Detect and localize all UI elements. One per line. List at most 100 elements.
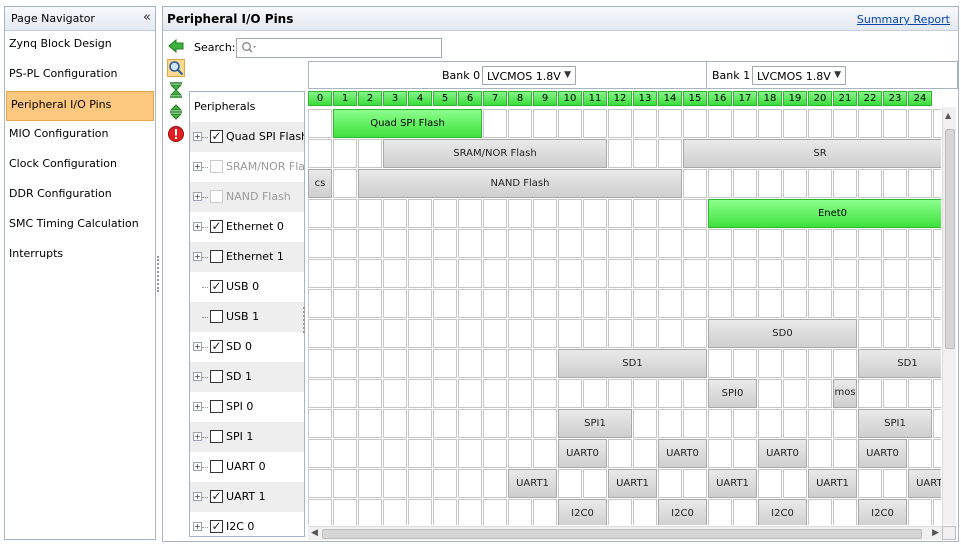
pin-cell[interactable] [608,259,632,288]
pin-cell[interactable] [433,349,457,378]
peripheral-pin-block[interactable]: SPI0 [708,379,757,408]
pin-cell[interactable] [883,229,907,258]
pin-cell[interactable] [308,409,332,438]
pin-cell[interactable] [733,499,757,525]
pin-cell[interactable] [633,319,657,348]
pin-cell[interactable] [533,409,557,438]
scroll-corner-button[interactable] [942,526,956,540]
expand-icon[interactable]: + [193,492,202,501]
pin-cell[interactable] [658,319,682,348]
pin-cell[interactable] [883,289,907,318]
pin-cell[interactable] [783,229,807,258]
pin-cell[interactable] [633,289,657,318]
expand-icon[interactable]: + [193,372,202,381]
pin-cell[interactable] [533,349,557,378]
expand-icon[interactable]: + [193,132,202,141]
pin-cell[interactable] [383,439,407,468]
peripheral-checkbox[interactable]: ✓ [210,520,223,533]
pin-cell[interactable] [583,109,607,138]
pin-cell[interactable] [883,319,907,348]
pin-cell[interactable] [658,289,682,318]
pin-cell[interactable] [458,259,482,288]
pin-cell[interactable] [833,349,857,378]
peripheral-checkbox[interactable]: ✓ [210,280,223,293]
pin-cell[interactable] [358,259,382,288]
pin-cell[interactable] [933,319,941,348]
scroll-up-icon[interactable]: ▲ [945,111,951,120]
pin-cell[interactable] [383,229,407,258]
pin-cell[interactable] [433,439,457,468]
pin-cell[interactable] [458,409,482,438]
pin-cell[interactable] [858,289,882,318]
pin-cell[interactable] [808,409,832,438]
pin-cell[interactable] [458,379,482,408]
expand-icon[interactable]: + [193,342,202,351]
pin-cell[interactable] [533,199,557,228]
pin-cell[interactable] [358,319,382,348]
pin-cell[interactable] [333,409,357,438]
pin-cell[interactable] [383,199,407,228]
pin-cell[interactable] [908,499,932,525]
peripheral-checkbox[interactable] [210,460,223,473]
pin-cell[interactable] [783,109,807,138]
pin-cell[interactable] [483,349,507,378]
pin-cell[interactable] [508,199,532,228]
pin-cell[interactable] [758,109,782,138]
pin-cell[interactable] [683,169,707,198]
pin-cell[interactable] [308,499,332,525]
pin-cell[interactable] [358,229,382,258]
pin-cell[interactable] [833,439,857,468]
expand-icon[interactable]: + [193,222,202,231]
pin-cell[interactable] [933,499,941,525]
pin-cell[interactable] [783,409,807,438]
pin-cell[interactable] [808,169,832,198]
peripheral-row[interactable]: + SPI 0 [190,392,304,422]
pin-cell[interactable] [333,499,357,525]
peripheral-row[interactable]: ✓ USB 0 [190,272,304,302]
pin-cell[interactable] [408,319,432,348]
pin-cell[interactable] [333,139,357,168]
pin-cell[interactable] [933,289,941,318]
peripheral-pin-block[interactable]: UART0 [758,439,807,468]
pin-cell[interactable] [408,259,432,288]
pin-cell[interactable] [808,289,832,318]
error-icon[interactable] [167,125,185,143]
pin-cell[interactable] [358,139,382,168]
pin-cell[interactable] [558,109,582,138]
pin-cell[interactable] [658,409,682,438]
pin-cell[interactable] [533,289,557,318]
pin-cell[interactable] [308,319,332,348]
peripheral-pin-block[interactable]: UART0 [658,439,707,468]
pin-cell[interactable] [483,409,507,438]
pin-cell[interactable] [633,229,657,258]
peripheral-row[interactable]: USB 1 [190,302,304,332]
peripheral-row[interactable]: + ✓ SD 0 [190,332,304,362]
pin-cell[interactable] [833,409,857,438]
summary-report-link[interactable]: Summary Report [857,13,950,26]
pin-cell[interactable] [908,229,932,258]
peripheral-pin-block[interactable]: cs [308,169,332,198]
pin-cell[interactable] [833,229,857,258]
peripheral-checkbox[interactable]: ✓ [210,130,223,143]
peripheral-pin-block[interactable]: UART1 [908,469,941,498]
pin-cell[interactable] [458,439,482,468]
pin-cell[interactable] [858,319,882,348]
pin-cell[interactable] [783,379,807,408]
pin-cell[interactable] [658,259,682,288]
nav-item-mio-configuration[interactable]: MIO Configuration [5,121,155,151]
pin-cell[interactable] [558,319,582,348]
pin-cell[interactable] [508,349,532,378]
panel-splitter[interactable] [157,256,160,292]
pin-cell[interactable] [683,409,707,438]
pin-cell[interactable] [358,199,382,228]
pin-cell[interactable] [633,109,657,138]
collapse-all-icon[interactable] [167,81,185,99]
vertical-scroll-thumb[interactable] [945,129,955,349]
search-box[interactable] [236,38,442,58]
pin-cell[interactable] [458,199,482,228]
pin-cell[interactable] [558,289,582,318]
pin-cell[interactable] [883,259,907,288]
pin-cell[interactable] [408,349,432,378]
peripheral-pin-block[interactable]: I2C0 [658,499,707,525]
search-input[interactable] [259,40,429,56]
